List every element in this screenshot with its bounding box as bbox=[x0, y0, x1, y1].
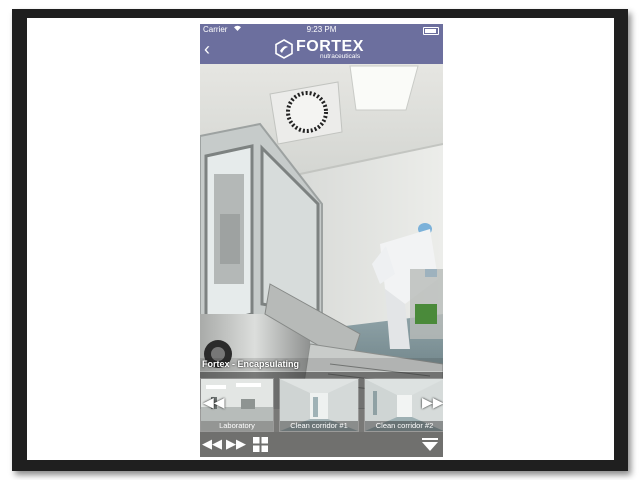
thumbnail-label: Clean corridor #2 bbox=[365, 421, 443, 431]
status-time: 9:23 PM bbox=[306, 25, 337, 34]
fortex-logo-icon bbox=[275, 39, 293, 59]
scene-caption: Fortex - Encapsulating bbox=[200, 358, 443, 371]
scene-thumbnail-strip: Laboratory Clean corridor #1 Clean corri… bbox=[200, 372, 443, 432]
menu-dropdown-icon[interactable] bbox=[422, 438, 438, 456]
fast-forward-icon[interactable]: ▶▶ bbox=[226, 436, 246, 452]
status-bar: Carrier 9:23 PM bbox=[200, 24, 443, 36]
grid-icon[interactable] bbox=[253, 437, 268, 457]
phone-screen: Carrier 9:23 PM ‹ FORTEX nutraceuticals bbox=[200, 24, 443, 457]
scroll-right-icon[interactable]: ▶▶ bbox=[422, 394, 443, 411]
app-header: ‹ FORTEX nutraceuticals bbox=[200, 36, 443, 64]
thumbnail-label: Laboratory bbox=[201, 421, 273, 431]
chevron-left-icon[interactable]: ‹ bbox=[204, 39, 210, 59]
scroll-left-icon[interactable]: ◀◀ bbox=[203, 394, 225, 411]
viewer-controls: ◀◀ ▶▶ bbox=[200, 432, 443, 457]
battery-icon bbox=[423, 27, 439, 35]
logo-subtitle: nutraceuticals bbox=[320, 53, 361, 60]
thumbnail-label: Clean corridor #1 bbox=[280, 421, 358, 431]
thumbnail-clean-corridor-1[interactable]: Clean corridor #1 bbox=[279, 378, 359, 432]
rewind-icon[interactable]: ◀◀ bbox=[202, 436, 222, 452]
